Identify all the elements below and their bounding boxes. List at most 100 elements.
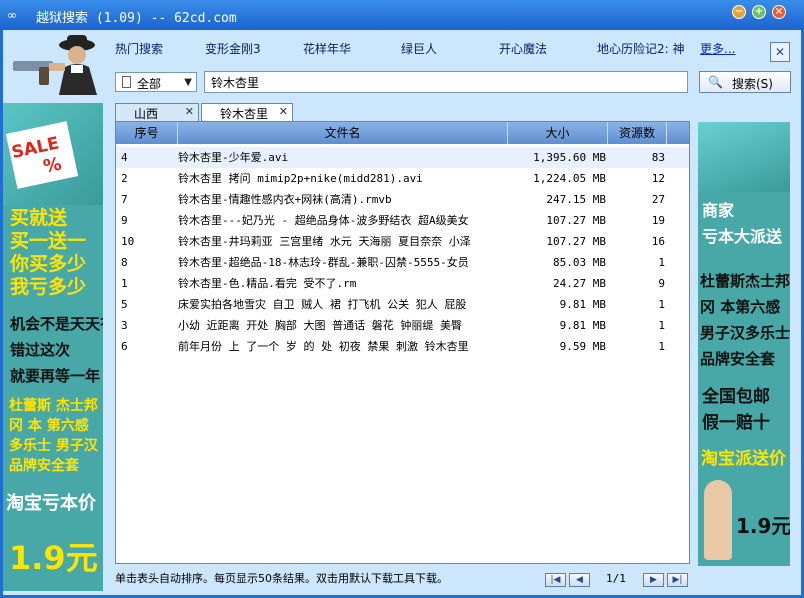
column-header-number[interactable]: 序号 (116, 122, 178, 144)
cell-number: 7 (121, 193, 128, 206)
nav-link-journey2[interactable]: 地心历险记2: 神 (597, 40, 685, 57)
right-ad-line: 男子汉多乐士 (700, 324, 790, 342)
nav-link-hulk[interactable]: 绿巨人 (401, 40, 437, 57)
right-ad-line: 商家 (702, 201, 735, 220)
right-ad-line: 亏本大派送 (702, 227, 783, 246)
tab-shanxi[interactable]: 山西 ✕ (115, 103, 199, 121)
close-button[interactable]: × (772, 5, 786, 19)
right-ad-banner[interactable]: 商家 亏本大派送 杜蕾斯杰士邦 冈 本第六感 男子汉多乐士 品牌安全套 全国包邮… (698, 122, 790, 566)
table-row[interactable]: 8 铃木杏里-超绝品-18-林志玲-群乱-兼职-囚禁-5555-女员 85.03 M… (116, 252, 689, 273)
cell-number: 10 (121, 235, 135, 248)
search-button-label: 搜索(S) (732, 77, 773, 91)
cell-filename: 铃木杏里-情趣性感内衣+网袜(高清).rmvb (178, 193, 392, 206)
sale-tag-area: SALE % (3, 103, 103, 205)
right-ad-lines1: 商家 亏本大派送 (702, 198, 782, 250)
cell-number: 1 (121, 277, 128, 290)
table-row[interactable]: 1 铃木杏里-色.精品.看完 受不了.rm 24.27 MB 9 (116, 273, 689, 294)
cell-filename: 床爱实拍各地雪灾 自卫 贼人 裙 打飞机 公关 犯人 屁股 (178, 298, 467, 311)
search-input[interactable] (204, 71, 688, 93)
cell-number: 8 (121, 256, 128, 269)
cell-filename: 铃木杏里-少年爱.avi (178, 151, 289, 164)
left-ad-line: 多乐士 男子汉 (9, 438, 98, 454)
left-ad-line: 品牌安全套 (9, 458, 79, 474)
window-title: 越狱搜索 (1.09) -- 62cd.com (36, 11, 237, 26)
cell-sources: 1 (658, 340, 665, 353)
right-ad-price: 1.9元 (736, 514, 790, 538)
results-table: 序号 文件名 大小 资源数 4 铃木杏里-少年爱.avi 1,395.60 MB 83… (115, 121, 690, 564)
close-icon[interactable]: ✕ (279, 105, 288, 118)
first-page-button[interactable]: |◀ (545, 573, 566, 587)
right-ad-lines2: 杜蕾斯杰士邦 冈 本第六感 男子汉多乐士 品牌安全套 (700, 268, 790, 372)
cell-sources: 9 (658, 277, 665, 290)
hot-search-bar: 热门搜索 变形金刚3 花样年华 绿巨人 开心魔法 地心历险记2: 神 更多...… (3, 30, 801, 95)
cell-filename: 铃木杏里-色.精品.看完 受不了.rm (178, 277, 357, 290)
left-ad-line: 就要再等一年 (10, 367, 101, 385)
cell-sources: 1 (658, 298, 665, 311)
cell-number: 4 (121, 151, 128, 164)
cell-sources: 12 (651, 172, 665, 185)
left-ad-lines3: 杜蕾斯 杰士邦 冈 本 第六感 多乐士 男子汉 品牌安全套 (9, 396, 98, 476)
cell-size: 107.27 MB (546, 235, 606, 248)
cell-filename: 前年月份 上 了一个 岁 的 处 初夜 禁果 刺激 铃木杏里 (178, 340, 469, 353)
cell-filename: 铃木杏里-超绝品-18-林志玲-群乱-兼职-囚禁-5555-女员 (178, 256, 469, 269)
table-row[interactable]: 9 铃木杏里---妃乃光 - 超绝品身体-波多野结衣 超A级美女 107.27 MB… (116, 210, 689, 231)
cell-size: 1,395.60 MB (533, 151, 606, 164)
table-row[interactable]: 7 铃木杏里-情趣性感内衣+网袜(高清).rmvb 247.15 MB 27 (116, 189, 689, 210)
cell-filename: 小幼 近距离 开处 胸部 大图 普通话 磐花 钟丽缇 美臀 (178, 319, 462, 332)
tab-label: 铃木杏里 (220, 107, 269, 121)
table-row[interactable]: 2 铃木杏里 拷问 mimip2p+nike(midd281).avi 1,224.… (116, 168, 689, 189)
nav-link-happy-magic[interactable]: 开心魔法 (499, 40, 547, 57)
right-ad-lines3: 全国包邮 假一赔十 (702, 384, 770, 436)
cell-sources: 83 (651, 151, 665, 164)
cell-sources: 27 (651, 193, 665, 206)
search-button[interactable]: 🔍 搜索(S) (699, 71, 791, 93)
cell-size: 1,224.05 MB (533, 172, 606, 185)
table-row[interactable]: 6 前年月份 上 了一个 岁 的 处 初夜 禁果 刺激 铃木杏里 9.59 MB 1 (116, 336, 689, 357)
app-handcuffs-icon: ∞ (7, 8, 17, 22)
cell-number: 9 (121, 214, 128, 227)
cell-number: 6 (121, 340, 128, 353)
cell-number: 2 (121, 172, 128, 185)
column-header-sources[interactable]: 资源数 (608, 122, 667, 144)
table-row[interactable]: 10 铃木杏里-井玛莉亚 三宫里绪 水元 天海丽 夏目奈奈 小泽 107.27 MB… (116, 231, 689, 252)
right-ad-line: 品牌安全套 (700, 350, 776, 368)
nav-link-in-the-mood[interactable]: 花样年华 (303, 40, 351, 57)
cell-size: 107.27 MB (546, 214, 606, 227)
last-page-button[interactable]: ▶| (667, 573, 688, 587)
document-icon (122, 76, 131, 88)
search-icon: 🔍 (708, 75, 723, 89)
prev-page-button[interactable]: ◀ (569, 573, 590, 587)
table-row[interactable]: 5 床爱实拍各地雪灾 自卫 贼人 裙 打飞机 公关 犯人 屁股 9.81 MB 1 (116, 294, 689, 315)
left-ad-slogan: 淘宝亏本价 (6, 493, 96, 514)
category-select[interactable]: 全部 ▼ (115, 72, 197, 92)
right-ad-line: 全国包邮 (702, 387, 770, 407)
column-header-size[interactable]: 大小 (508, 122, 608, 144)
more-link[interactable]: 更多... (700, 40, 735, 57)
column-header-filename[interactable]: 文件名 (178, 122, 508, 144)
status-text: 单击表头自动排序。每页显示50条结果。双击用默认下载工具下载。 (115, 572, 448, 585)
left-ad-line: 我亏多少 (10, 276, 87, 298)
minimize-button[interactable]: − (732, 5, 746, 19)
tools-icon[interactable]: ✕ (770, 42, 790, 62)
cell-size: 247.15 MB (546, 193, 606, 206)
tab-suzuki-anri[interactable]: 铃木杏里 ✕ (201, 103, 293, 121)
left-ad-banner[interactable]: SALE % 买就送 买一送一 你买多少 我亏多少 机会不是天天有 错过这次 就… (3, 103, 103, 591)
cell-size: 9.81 MB (559, 319, 606, 332)
right-ad-line: 冈 本第六感 (700, 298, 781, 316)
nav-link-hot-search[interactable]: 热门搜索 (115, 40, 163, 57)
cell-size: 85.03 MB (553, 256, 606, 269)
maximize-button[interactable]: + (752, 5, 766, 19)
left-ad-line: 冈 本 第六感 (9, 418, 89, 434)
right-ad-slogan: 淘宝派送价 (701, 449, 786, 469)
chevron-down-icon: ▼ (184, 77, 192, 88)
cell-size: 24.27 MB (553, 277, 606, 290)
next-page-button[interactable]: ▶ (643, 573, 664, 587)
table-row[interactable]: 4 铃木杏里-少年爱.avi 1,395.60 MB 83 (116, 147, 689, 168)
left-ad-line: 你买多少 (10, 253, 87, 275)
table-row[interactable]: 3 小幼 近距离 开处 胸部 大图 普通话 磐花 钟丽缇 美臀 9.81 MB 1 (116, 315, 689, 336)
close-icon[interactable]: ✕ (185, 105, 194, 118)
right-ad-line: 杜蕾斯杰士邦 (700, 272, 790, 290)
cell-size: 9.59 MB (559, 340, 606, 353)
nav-link-transformers3[interactable]: 变形金刚3 (205, 40, 261, 57)
sale-tag-icon: SALE % (5, 121, 79, 189)
